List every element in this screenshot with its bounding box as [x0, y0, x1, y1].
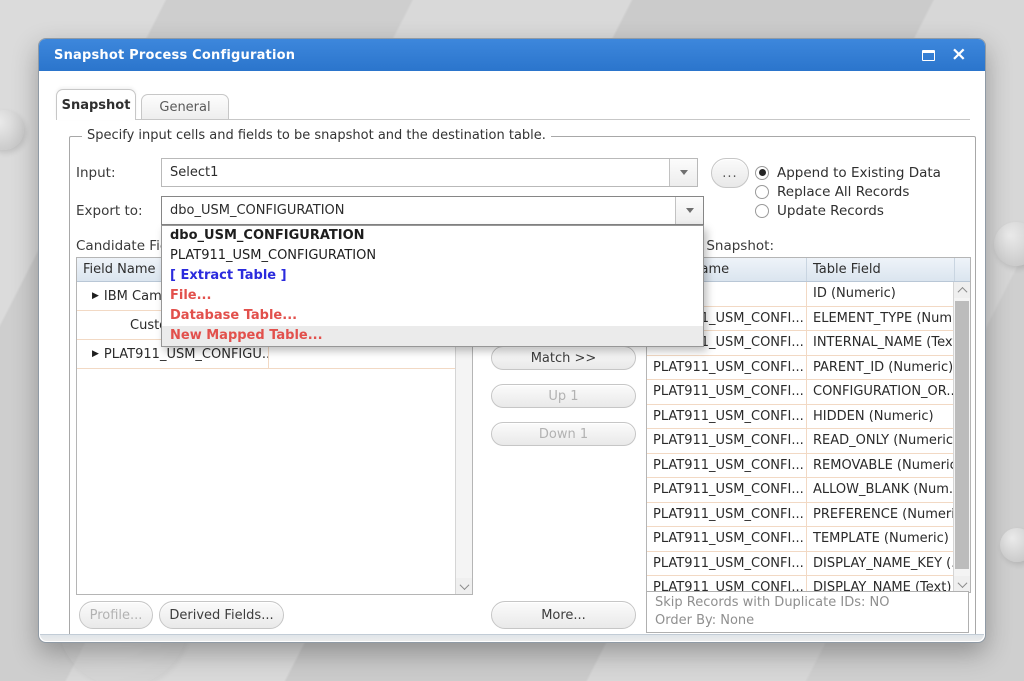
scroll-down-button[interactable]	[456, 578, 472, 594]
snapshot-row[interactable]: PLAT911_USM_CONFI... DISPLAY_NAME_KEY (.…	[647, 552, 970, 577]
input-dropdown-button[interactable]	[669, 159, 697, 186]
snapshot-options-summary: Skip Records with Duplicate IDs: NO Orde…	[646, 591, 969, 633]
snapshot-process-configuration-dialog: Snapshot Process Configuration × Snapsho…	[38, 38, 986, 643]
table-field-cell: DISPLAY_NAME_KEY (...	[807, 552, 955, 576]
snapshot-row[interactable]: PLAT911_USM_CONFI... TEMPLATE (Numeric)	[647, 527, 970, 552]
table-field-cell: TEMPLATE (Numeric)	[807, 527, 955, 551]
menu-item-database-table[interactable]: Database Table...	[162, 306, 703, 326]
scroll-up-button[interactable]	[954, 282, 970, 298]
chevron-down-icon	[459, 580, 469, 590]
more-button[interactable]: More...	[491, 601, 636, 629]
radio-unselected-icon	[755, 185, 769, 199]
chevron-up-icon	[957, 286, 967, 296]
table-field-cell: REMOVABLE (Numeric)	[807, 454, 955, 478]
title-bar[interactable]: Snapshot Process Configuration ×	[39, 39, 985, 71]
table-field-cell: ALLOW_BLANK (Num...	[807, 478, 955, 502]
export-dropdown-menu: dbo_USM_CONFIGURATION PLAT911_USM_CONFIG…	[161, 225, 704, 347]
dialog-title: Snapshot Process Configuration	[54, 48, 295, 63]
input-combobox[interactable]: Select1	[161, 158, 698, 187]
profile-button[interactable]: Profile...	[79, 601, 153, 629]
chevron-down-icon	[686, 208, 694, 213]
export-to-combobox[interactable]: dbo_USM_CONFIGURATION	[161, 196, 704, 225]
column-header-table-field[interactable]: Table Field	[807, 258, 955, 281]
table-name-cell: PLAT911_USM_CONFI...	[647, 552, 807, 576]
candidate-row-label: PLAT911_USM_CONFIGU...	[104, 347, 269, 362]
chevron-down-icon	[680, 170, 688, 175]
expander-triangle-icon[interactable]: ▶	[92, 349, 99, 359]
table-name-cell: PLAT911_USM_CONFI...	[647, 380, 807, 404]
browse-button[interactable]: ...	[711, 158, 749, 188]
scrollbar-thumb[interactable]	[955, 301, 969, 569]
window-controls: ×	[922, 39, 967, 71]
radio-selected-icon	[755, 166, 769, 180]
table-name-cell: PLAT911_USM_CONFI...	[647, 405, 807, 429]
radio-unselected-icon	[755, 204, 769, 218]
down-1-button[interactable]: Down 1	[491, 422, 636, 446]
close-icon[interactable]: ×	[951, 45, 967, 64]
skip-duplicates-text: Skip Records with Duplicate IDs: NO	[655, 594, 960, 612]
table-field-cell: PREFERENCE (Numeric)	[807, 503, 955, 527]
input-combobox-value: Select1	[162, 165, 669, 180]
menu-item-new-mapped-table[interactable]: New Mapped Table...	[162, 326, 703, 346]
groupbox-legend: Specify input cells and fields to be sna…	[82, 128, 551, 143]
restore-icon[interactable]	[922, 50, 935, 61]
table-name-cell: PLAT911_USM_CONFI...	[647, 454, 807, 478]
table-field-cell: INTERNAL_NAME (Text)	[807, 331, 955, 355]
radio-append-label: Append to Existing Data	[777, 165, 941, 181]
input-label: Input:	[76, 165, 116, 181]
menu-item-extract-table[interactable]: [ Extract Table ]	[162, 266, 703, 286]
snapshot-row[interactable]: PLAT911_USM_CONFI... HIDDEN (Numeric)	[647, 405, 970, 430]
table-field-cell: READ_ONLY (Numeric)	[807, 429, 955, 453]
chevron-down-icon	[957, 578, 967, 588]
radio-append-to-existing-data[interactable]: Append to Existing Data	[755, 164, 941, 181]
menu-item-dbo-usm-configuration[interactable]: dbo_USM_CONFIGURATION	[162, 226, 703, 246]
up-1-button[interactable]: Up 1	[491, 384, 636, 408]
derived-fields-button[interactable]: Derived Fields...	[159, 601, 284, 629]
menu-item-file[interactable]: File...	[162, 286, 703, 306]
match-button[interactable]: Match >>	[491, 346, 636, 370]
tab-general-label: General	[159, 100, 210, 115]
table-field-cell: HIDDEN (Numeric)	[807, 405, 955, 429]
order-by-text: Order By: None	[655, 612, 960, 630]
tab-strip-divider	[56, 119, 970, 120]
table-field-cell: ID (Numeric)	[807, 282, 955, 306]
snapshot-table-scrollbar[interactable]	[953, 282, 970, 592]
snapshot-row[interactable]: PLAT911_USM_CONFI... CONFIGURATION_OR...	[647, 380, 970, 405]
table-field-cell: CONFIGURATION_OR...	[807, 380, 955, 404]
snapshot-row[interactable]: PLAT911_USM_CONFI... REMOVABLE (Numeric)	[647, 454, 970, 479]
table-field-cell: PARENT_ID (Numeric)	[807, 356, 955, 380]
table-name-cell: PLAT911_USM_CONFI...	[647, 478, 807, 502]
export-to-label: Export to:	[76, 203, 143, 219]
table-name-cell: PLAT911_USM_CONFI...	[647, 527, 807, 551]
table-name-cell: PLAT911_USM_CONFI...	[647, 356, 807, 380]
radio-replace-label: Replace All Records	[777, 184, 909, 200]
scroll-down-button[interactable]	[954, 576, 970, 592]
tab-snapshot[interactable]: Snapshot	[56, 89, 136, 120]
menu-item-plat911-usm-configuration[interactable]: PLAT911_USM_CONFIGURATION	[162, 246, 703, 266]
tab-snapshot-label: Snapshot	[62, 98, 131, 113]
column-header-scroll-spacer	[955, 258, 970, 281]
radio-update-records[interactable]: Update Records	[755, 202, 884, 219]
radio-update-label: Update Records	[777, 203, 884, 219]
table-name-cell: PLAT911_USM_CONFI...	[647, 429, 807, 453]
snapshot-row[interactable]: PLAT911_USM_CONFI... ALLOW_BLANK (Num...	[647, 478, 970, 503]
table-field-cell: ELEMENT_TYPE (Num...	[807, 307, 955, 331]
radio-replace-all-records[interactable]: Replace All Records	[755, 183, 909, 200]
snapshot-row[interactable]: PLAT911_USM_CONFI... READ_ONLY (Numeric)	[647, 429, 970, 454]
tab-general[interactable]: General	[141, 94, 229, 120]
expander-triangle-icon[interactable]: ▶	[92, 291, 99, 301]
snapshot-row[interactable]: PLAT911_USM_CONFI... PREFERENCE (Numeric…	[647, 503, 970, 528]
export-combobox-value: dbo_USM_CONFIGURATION	[162, 203, 675, 218]
snapshot-row[interactable]: PLAT911_USM_CONFI... PARENT_ID (Numeric)	[647, 356, 970, 381]
dialog-bottom-edge	[40, 634, 984, 641]
export-dropdown-button[interactable]	[675, 197, 703, 224]
table-name-cell: PLAT911_USM_CONFI...	[647, 503, 807, 527]
